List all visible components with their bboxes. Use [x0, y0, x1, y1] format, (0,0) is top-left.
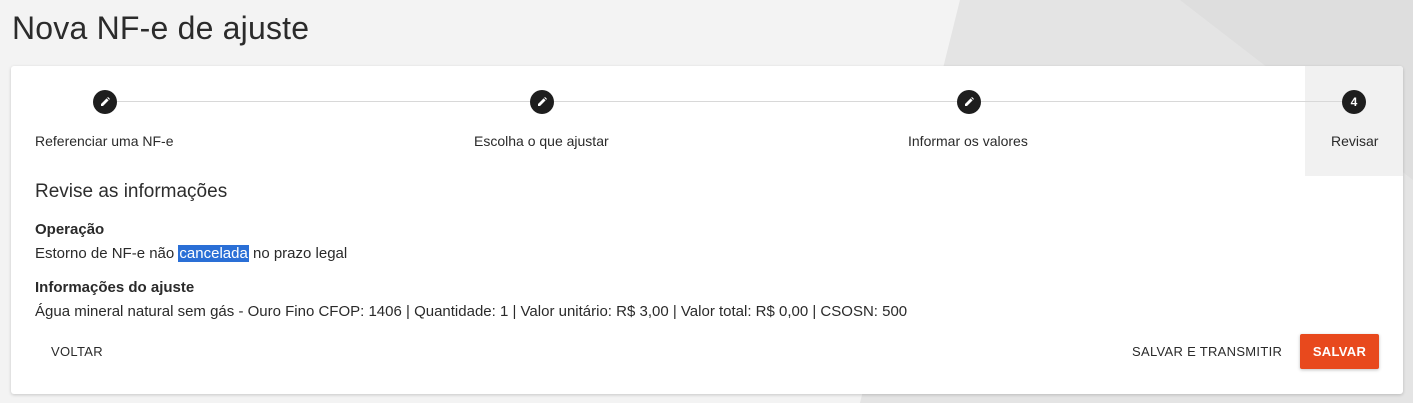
pencil-icon: [101, 97, 110, 106]
operation-value-before: Estorno de NF-e não: [35, 245, 179, 262]
adjustment-card: 4 Referenciar uma NF-e Escolha o que aju…: [11, 66, 1403, 394]
operation-value: Estorno de NF-e não cancelada no prazo l…: [35, 245, 347, 262]
step-1-circle[interactable]: [93, 90, 117, 114]
step-4-circle: 4: [1342, 90, 1366, 114]
step-connector: [981, 101, 1343, 102]
step-2-circle[interactable]: [530, 90, 554, 114]
active-step-highlight: [1305, 66, 1403, 176]
step-label-revisar: Revisar: [1331, 133, 1379, 149]
pencil-icon: [965, 97, 974, 106]
operation-label: Operação: [35, 221, 105, 238]
adjustment-info-label: Informações do ajuste: [35, 279, 195, 296]
operation-value-after: no prazo legal: [248, 245, 348, 262]
step-label-informar[interactable]: Informar os valores: [908, 133, 1028, 149]
pencil-icon: [538, 97, 547, 106]
step-label-referenciar[interactable]: Referenciar uma NF-e: [35, 133, 174, 149]
save-button[interactable]: SALVAR: [1300, 334, 1379, 369]
save-and-transmit-button[interactable]: SALVAR E TRANSMITIR: [1116, 334, 1298, 370]
back-button[interactable]: VOLTAR: [35, 334, 119, 370]
stepper: 4 Referenciar uma NF-e Escolha o que aju…: [11, 66, 1403, 176]
step-label-escolha[interactable]: Escolha o que ajustar: [474, 133, 609, 149]
adjustment-info-value: Água mineral natural sem gás - Ouro Fino…: [35, 303, 908, 320]
selected-text: cancelada: [178, 245, 249, 262]
step-3-circle[interactable]: [957, 90, 981, 114]
step-connector: [554, 101, 968, 102]
review-title: Revise as informações: [35, 181, 228, 202]
page-title: Nova NF-e de ajuste: [12, 10, 310, 46]
step-connector: [117, 101, 536, 102]
